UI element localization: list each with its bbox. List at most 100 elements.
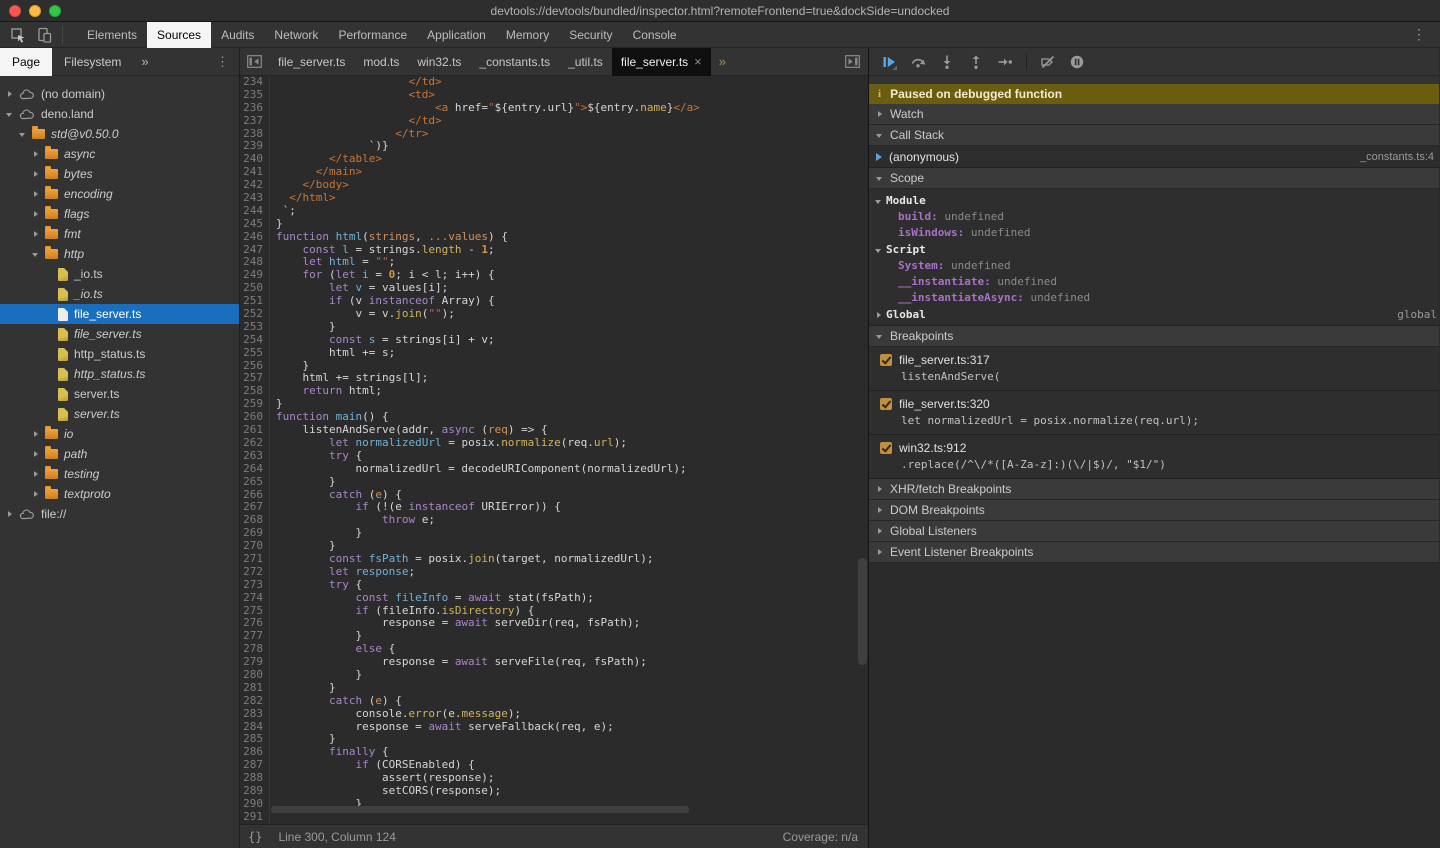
line-number[interactable]: 264 bbox=[240, 463, 263, 476]
section-scope[interactable]: Scope bbox=[869, 168, 1439, 189]
code-lines[interactable]: </td> <td> <a href="${entry.url}">${entr… bbox=[270, 76, 868, 824]
line-number[interactable]: 246 bbox=[240, 231, 263, 244]
code-line[interactable]: throw e; bbox=[276, 514, 868, 527]
scope-variable[interactable]: System: undefined bbox=[869, 258, 1439, 274]
line-number[interactable]: 262 bbox=[240, 437, 263, 450]
tab-audits[interactable]: Audits bbox=[211, 22, 264, 48]
line-number[interactable]: 265 bbox=[240, 476, 263, 489]
code-line[interactable]: let response; bbox=[276, 566, 868, 579]
line-number[interactable]: 283 bbox=[240, 708, 263, 721]
tree-item[interactable]: fmt bbox=[0, 224, 239, 244]
scope-variable[interactable]: isWindows: undefined bbox=[869, 225, 1439, 241]
tree-item[interactable]: bytes bbox=[0, 164, 239, 184]
tree-item[interactable]: http_status.ts bbox=[0, 364, 239, 384]
line-number[interactable]: 236 bbox=[240, 102, 263, 115]
hide-navigator-icon[interactable] bbox=[247, 55, 262, 68]
editor-tab[interactable]: file_server.ts bbox=[269, 48, 354, 76]
section-xhr-fetch-breakpoints[interactable]: XHR/fetch Breakpoints bbox=[869, 479, 1439, 500]
section-call-stack[interactable]: Call Stack bbox=[869, 125, 1439, 146]
tab-security[interactable]: Security bbox=[559, 22, 622, 48]
editor-tab[interactable]: _util.ts bbox=[559, 48, 612, 76]
line-number[interactable]: 271 bbox=[240, 553, 263, 566]
tree-item[interactable]: flags bbox=[0, 204, 239, 224]
step-icon[interactable] bbox=[997, 54, 1013, 70]
tree-item[interactable]: file_server.ts bbox=[0, 324, 239, 344]
resume-script-icon[interactable] bbox=[881, 54, 897, 70]
line-number[interactable]: 263 bbox=[240, 450, 263, 463]
tree-item[interactable]: http_status.ts bbox=[0, 344, 239, 364]
call-stack-frame[interactable]: (anonymous)_constants.ts:4 bbox=[869, 146, 1439, 168]
line-number[interactable]: 245 bbox=[240, 218, 263, 231]
breakpoint-entry[interactable]: file_server.ts:317listenAndServe( bbox=[869, 347, 1439, 391]
line-number[interactable]: 244 bbox=[240, 205, 263, 218]
line-number[interactable]: 237 bbox=[240, 115, 263, 128]
tree-item[interactable]: path bbox=[0, 444, 239, 464]
scope-section-global[interactable]: Globalglobal bbox=[869, 306, 1439, 323]
chevron-down-icon[interactable] bbox=[32, 250, 41, 259]
editor-tab[interactable]: mod.ts bbox=[354, 48, 408, 76]
navigator-tab-page[interactable]: Page bbox=[0, 48, 52, 76]
pause-on-exceptions-icon[interactable] bbox=[1069, 54, 1085, 70]
tab-elements[interactable]: Elements bbox=[77, 22, 147, 48]
tree-item[interactable]: io bbox=[0, 424, 239, 444]
step-out-icon[interactable] bbox=[968, 54, 984, 70]
breakpoint-checkbox[interactable] bbox=[880, 354, 892, 366]
deactivate-breakpoints-icon[interactable] bbox=[1040, 54, 1056, 70]
line-number-gutter[interactable]: 2342352362372382392402412422432442452462… bbox=[240, 76, 270, 824]
line-number[interactable]: 290 bbox=[240, 798, 263, 811]
tree-item[interactable]: server.ts bbox=[0, 404, 239, 424]
chevron-right-icon[interactable] bbox=[32, 230, 41, 239]
device-toolbar-icon[interactable] bbox=[36, 27, 52, 43]
tree-item[interactable]: _io.ts bbox=[0, 264, 239, 284]
scope-section-module[interactable]: Module bbox=[869, 192, 1439, 209]
line-number[interactable]: 289 bbox=[240, 785, 263, 798]
line-number[interactable]: 234 bbox=[240, 76, 263, 89]
section-dom-breakpoints[interactable]: DOM Breakpoints bbox=[869, 500, 1439, 521]
zoom-window-button[interactable] bbox=[49, 5, 61, 17]
line-number[interactable]: 254 bbox=[240, 334, 263, 347]
close-tab-icon[interactable]: × bbox=[694, 54, 702, 69]
tree-item[interactable]: deno.land bbox=[0, 104, 239, 124]
scope-variable[interactable]: __instantiate: undefined bbox=[869, 274, 1439, 290]
tab-network[interactable]: Network bbox=[264, 22, 328, 48]
tab-sources[interactable]: Sources bbox=[147, 22, 211, 48]
breakpoint-entry[interactable]: win32.ts:912.replace(/^\/*([A-Za-z]:)(\/… bbox=[869, 435, 1439, 479]
breakpoint-entry[interactable]: file_server.ts:320let normalizedUrl = po… bbox=[869, 391, 1439, 435]
chevron-right-icon[interactable] bbox=[32, 490, 41, 499]
code-line[interactable]: </body> bbox=[276, 179, 868, 192]
scope-section-script[interactable]: Script bbox=[869, 241, 1439, 258]
editor-tab[interactable]: win32.ts bbox=[408, 48, 470, 76]
section-event-listener-breakpoints[interactable]: Event Listener Breakpoints bbox=[869, 542, 1439, 563]
breakpoint-checkbox[interactable] bbox=[880, 442, 892, 454]
tree-item[interactable]: http bbox=[0, 244, 239, 264]
tree-item[interactable]: _io.ts bbox=[0, 284, 239, 304]
code-line[interactable]: } bbox=[276, 669, 868, 682]
code-line[interactable]: </table> bbox=[276, 153, 868, 166]
step-into-icon[interactable] bbox=[939, 54, 955, 70]
line-number[interactable]: 280 bbox=[240, 669, 263, 682]
code-line[interactable]: `; bbox=[276, 205, 868, 218]
code-line[interactable]: response = await serveFile(req, fsPath); bbox=[276, 656, 868, 669]
code-line[interactable]: response = await serveDir(req, fsPath); bbox=[276, 617, 868, 630]
line-number[interactable]: 243 bbox=[240, 192, 263, 205]
tree-item[interactable]: testing bbox=[0, 464, 239, 484]
source-editor[interactable]: 2342352362372382392402412422432442452462… bbox=[240, 76, 868, 824]
inspect-element-icon[interactable] bbox=[10, 27, 26, 43]
horizontal-scrollbar[interactable] bbox=[271, 806, 689, 813]
code-line[interactable]: </main> bbox=[276, 166, 868, 179]
main-overflow-menu-icon[interactable]: ⋮ bbox=[1412, 26, 1426, 43]
code-line[interactable]: let normalizedUrl = posix.normalize(req.… bbox=[276, 437, 868, 450]
minimize-window-button[interactable] bbox=[29, 5, 41, 17]
line-number[interactable]: 261 bbox=[240, 424, 263, 437]
tree-item[interactable]: (no domain) bbox=[0, 84, 239, 104]
tree-item[interactable]: async bbox=[0, 144, 239, 164]
chevron-right-icon[interactable] bbox=[6, 90, 15, 99]
scope-variable[interactable]: __instantiateAsync: undefined bbox=[869, 290, 1439, 306]
code-line[interactable]: normalizedUrl = decodeURIComponent(norma… bbox=[276, 463, 868, 476]
navigator-more-tabs-icon[interactable]: » bbox=[133, 54, 156, 69]
chevron-right-icon[interactable] bbox=[6, 510, 15, 519]
chevron-down-icon[interactable] bbox=[6, 110, 15, 119]
section-watch[interactable]: Watch bbox=[869, 104, 1439, 125]
chevron-right-icon[interactable] bbox=[32, 170, 41, 179]
tab-application[interactable]: Application bbox=[417, 22, 496, 48]
